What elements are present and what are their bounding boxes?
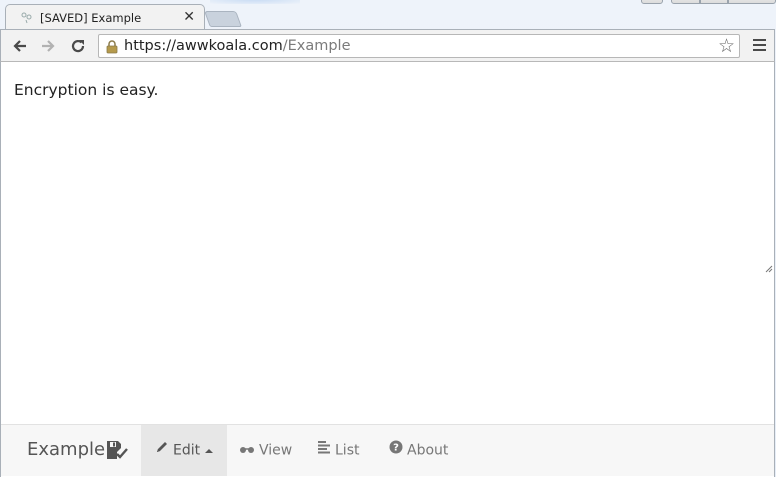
address-bar[interactable]: https://awwkoala.com/Example ☆ [98, 34, 740, 58]
forward-arrow-icon[interactable] [37, 35, 59, 57]
nav-item-about[interactable]: ? About [389, 425, 448, 476]
nav-item-edit[interactable]: Edit [141, 425, 227, 476]
hamburger-menu-icon[interactable] [753, 39, 766, 51]
svg-text:?: ? [393, 443, 399, 454]
tab-title: [SAVED] Example [40, 11, 142, 25]
nav-item-list-label: List [335, 442, 360, 459]
resize-handle-icon[interactable] [765, 258, 773, 273]
back-arrow-icon[interactable] [9, 35, 31, 57]
tab-active[interactable]: [SAVED] Example ✕ [5, 4, 205, 29]
eyeglasses-icon [239, 425, 255, 476]
desktop: [SAVED] Example ✕ https://awwkoala.com/E… [0, 0, 776, 477]
reload-icon[interactable] [67, 35, 89, 57]
url-path: /Example [282, 38, 351, 54]
page-content: Encryption is easy. Example Edit View Li… [0, 62, 775, 477]
url-host: https://awwkoala.com [124, 38, 283, 54]
browser-toolbar: https://awwkoala.com/Example ☆ [0, 29, 775, 62]
browser-window: [SAVED] Example ✕ https://awwkoala.com/E… [0, 2, 775, 477]
bottom-navbar: Example Edit View List ? About [1, 424, 774, 476]
caret-up-icon [205, 448, 214, 453]
align-left-icon [317, 425, 331, 476]
nav-item-about-label: About [407, 442, 449, 459]
navbar-brand[interactable]: Example [27, 439, 105, 460]
question-circle-icon: ? [389, 425, 403, 476]
page-favicon-icon [21, 12, 33, 24]
nav-item-edit-label: Edit [173, 442, 201, 459]
note-editor[interactable]: Encryption is easy. [4, 63, 772, 267]
new-tab-button[interactable] [204, 11, 242, 27]
url-text: https://awwkoala.com/Example [124, 38, 351, 54]
nav-item-list[interactable]: List [317, 425, 359, 476]
nav-item-view-label: View [259, 442, 293, 459]
save-check-icon[interactable] [106, 440, 128, 460]
pencil-icon [155, 425, 169, 476]
nav-item-view[interactable]: View [239, 425, 292, 476]
lock-icon[interactable] [106, 39, 118, 54]
tab-strip: [SAVED] Example ✕ [0, 2, 775, 29]
tab-close-icon[interactable]: ✕ [183, 9, 195, 25]
bookmark-star-icon[interactable]: ☆ [718, 35, 735, 57]
